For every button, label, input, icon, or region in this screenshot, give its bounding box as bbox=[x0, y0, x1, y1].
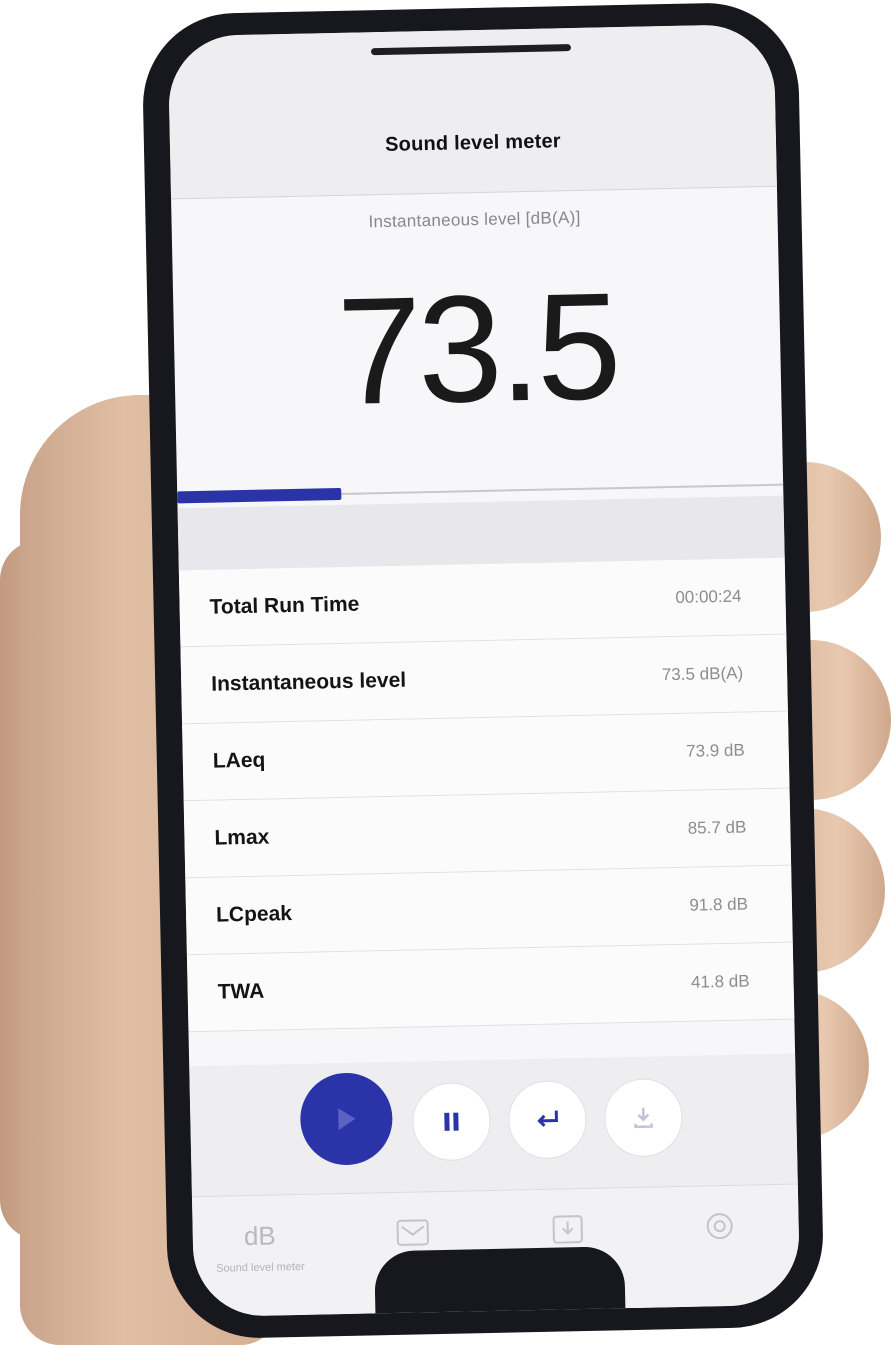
tab-sound-level-meter[interactable]: dB Sound level meter bbox=[194, 1212, 325, 1275]
stat-row-lcpeak: LCpeak 91.8 dB bbox=[185, 865, 793, 956]
page-title: Sound level meter bbox=[384, 130, 562, 156]
download-box-icon bbox=[552, 1215, 583, 1244]
tab-settings[interactable] bbox=[654, 1203, 785, 1254]
stat-row-lmax: Lmax 85.7 dB bbox=[183, 788, 792, 879]
stat-row-total-run-time: Total Run Time 00:00:24 bbox=[178, 557, 787, 648]
stat-label: LCpeak bbox=[215, 902, 293, 927]
stat-value: 85.7 dB bbox=[687, 817, 747, 838]
tab-label: Sound level meter bbox=[216, 1260, 305, 1275]
tab-label bbox=[655, 1251, 785, 1254]
return-icon bbox=[537, 1110, 558, 1127]
level-bar bbox=[177, 483, 784, 504]
stats-list: Total Run Time 00:00:24 Instantaneous le… bbox=[178, 557, 795, 1033]
stat-value: 73.9 dB bbox=[685, 740, 745, 761]
stat-label: TWA bbox=[217, 979, 265, 1004]
pause-button[interactable] bbox=[411, 1081, 492, 1162]
phone-notch bbox=[374, 1246, 626, 1316]
reset-button[interactable] bbox=[507, 1079, 588, 1160]
nav-header: Sound level meter bbox=[167, 23, 777, 200]
stat-value: 00:00:24 bbox=[675, 586, 742, 607]
stat-label: Lmax bbox=[214, 825, 270, 850]
phone-screen: Sound level meter Instantaneous level [d… bbox=[167, 23, 801, 1318]
stat-value: 41.8 dB bbox=[690, 971, 750, 992]
controls-bar bbox=[189, 1053, 798, 1197]
stat-label: Total Run Time bbox=[209, 592, 360, 619]
stat-label: LAeq bbox=[212, 748, 266, 773]
db-icon: dB bbox=[243, 1219, 276, 1251]
stat-row-laeq: LAeq 73.9 dB bbox=[182, 711, 790, 802]
stat-value: 91.8 dB bbox=[689, 894, 749, 915]
pause-icon bbox=[444, 1112, 459, 1131]
save-button[interactable] bbox=[603, 1077, 684, 1158]
level-bar-fill bbox=[177, 487, 342, 504]
level-caption: Instantaneous level [dB(A)] bbox=[368, 207, 581, 232]
stat-label: Instantaneous level bbox=[210, 668, 407, 696]
play-icon bbox=[338, 1108, 356, 1131]
play-button[interactable] bbox=[299, 1072, 394, 1166]
stat-row-twa: TWA 41.8 dB bbox=[186, 942, 795, 1033]
mail-icon bbox=[396, 1219, 429, 1246]
gear-icon bbox=[706, 1213, 733, 1240]
download-icon bbox=[634, 1107, 653, 1129]
stat-row-instantaneous-level: Instantaneous level 73.5 dB(A) bbox=[180, 634, 788, 725]
level-readout: 73.5 bbox=[335, 261, 619, 437]
phone: Sound level meter Instantaneous level [d… bbox=[141, 1, 825, 1340]
stat-value: 73.5 dB(A) bbox=[661, 663, 744, 685]
speaker-bar bbox=[370, 44, 572, 56]
